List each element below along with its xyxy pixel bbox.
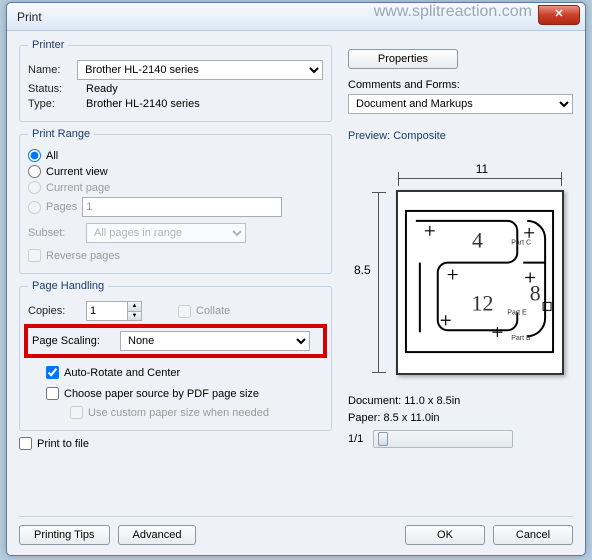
auto-rotate-label: Auto-Rotate and Center (64, 367, 180, 379)
printing-tips-button[interactable]: Printing Tips (19, 525, 110, 545)
zoom-slider[interactable] (373, 430, 513, 448)
properties-button[interactable]: Properties (348, 49, 458, 69)
advanced-button[interactable]: Advanced (118, 525, 197, 545)
printer-legend: Printer (28, 39, 68, 51)
radio-current-page-label: Current page (46, 182, 110, 194)
copies-label: Copies: (28, 305, 80, 317)
dim-line-top (398, 178, 562, 179)
preview-width-label: 11 (400, 162, 564, 176)
page-scaling-select[interactable]: None (120, 331, 310, 351)
print-to-file-label: Print to file (37, 438, 89, 450)
print-to-file-checkbox[interactable] (19, 437, 32, 450)
status-value: Ready (86, 83, 118, 95)
radio-pages-label: Pages (46, 201, 77, 213)
custom-paper-checkbox (70, 406, 83, 419)
dim-line-left (378, 192, 379, 373)
page-scaling-highlight: Page Scaling: None (24, 324, 327, 358)
radio-current-view[interactable] (28, 165, 41, 178)
auto-rotate-checkbox[interactable] (46, 366, 59, 379)
preview-thumbnail: 4 Part C 12 Part E 8 Part B (398, 192, 562, 373)
paper-source-label: Choose paper source by PDF page size (64, 388, 259, 400)
custom-paper-label: Use custom paper size when needed (88, 407, 269, 419)
svg-text:Part B: Part B (511, 335, 531, 342)
print-range-group: Print Range All Current view Current pag… (19, 128, 332, 274)
preview-title: Preview: Composite (348, 130, 573, 142)
radio-current-page (28, 181, 41, 194)
pages-input (82, 197, 282, 217)
collate-checkbox (178, 305, 191, 318)
watermark-text: www.splitreaction.com (374, 3, 532, 21)
svg-text:Part E: Part E (507, 309, 527, 316)
printer-group: Printer Name: Brother HL-2140 series Sta… (19, 39, 332, 122)
copies-input[interactable] (87, 302, 127, 320)
cancel-button[interactable]: Cancel (493, 525, 573, 545)
status-label: Status: (28, 83, 80, 95)
dialog-footer: Printing Tips Advanced OK Cancel (19, 516, 573, 545)
name-label: Name: (28, 64, 71, 76)
svg-text:Part C: Part C (511, 240, 531, 247)
slider-thumb[interactable] (378, 432, 388, 446)
scaling-label: Page Scaling: (32, 335, 112, 347)
zoom-value: 1/1 (348, 433, 363, 445)
radio-pages (28, 201, 41, 214)
ok-button[interactable]: OK (405, 525, 485, 545)
close-button[interactable]: ✕ (538, 5, 580, 25)
copies-spinner[interactable]: ▲ ▼ (86, 301, 142, 321)
range-legend: Print Range (28, 128, 94, 140)
svg-text:12: 12 (472, 291, 494, 315)
type-value: Brother HL-2140 series (86, 98, 200, 110)
document-size: Document: 11.0 x 8.5in (348, 393, 573, 410)
paper-source-checkbox[interactable] (46, 387, 59, 400)
preview-area: 11 8.5 4 Part C 12 (348, 148, 568, 383)
preview-page: 4 Part C 12 Part E 8 Part B (396, 190, 564, 375)
printer-name-select[interactable]: Brother HL-2140 series (77, 60, 323, 80)
radio-current-view-label: Current view (46, 166, 108, 178)
handling-legend: Page Handling (28, 280, 108, 292)
svg-text:4: 4 (472, 229, 483, 253)
comments-label: Comments and Forms: (348, 79, 573, 91)
dialog-content: Printer Name: Brother HL-2140 series Sta… (7, 31, 585, 555)
preview-height-label: 8.5 (354, 263, 371, 277)
print-dialog: Print ✕ Printer Name: Brother HL-2140 se… (6, 2, 586, 556)
radio-all-label: All (46, 150, 58, 162)
type-label: Type: (28, 98, 80, 110)
svg-text:8: 8 (530, 281, 541, 305)
collate-label: Collate (196, 305, 230, 317)
page-handling-group: Page Handling Copies: ▲ ▼ Collat (19, 280, 332, 431)
window-title: Print (17, 10, 42, 24)
reverse-pages-checkbox (28, 249, 41, 262)
paper-size: Paper: 8.5 x 11.0in (348, 410, 573, 427)
close-icon: ✕ (554, 8, 563, 20)
reverse-pages-label: Reverse pages (46, 250, 120, 262)
spinner-up-icon[interactable]: ▲ (128, 302, 141, 312)
spinner-down-icon[interactable]: ▼ (128, 312, 141, 321)
comments-select[interactable]: Document and Markups (348, 94, 573, 114)
subset-label: Subset: (28, 227, 80, 239)
radio-all[interactable] (28, 149, 41, 162)
subset-select: All pages in range (86, 223, 246, 243)
